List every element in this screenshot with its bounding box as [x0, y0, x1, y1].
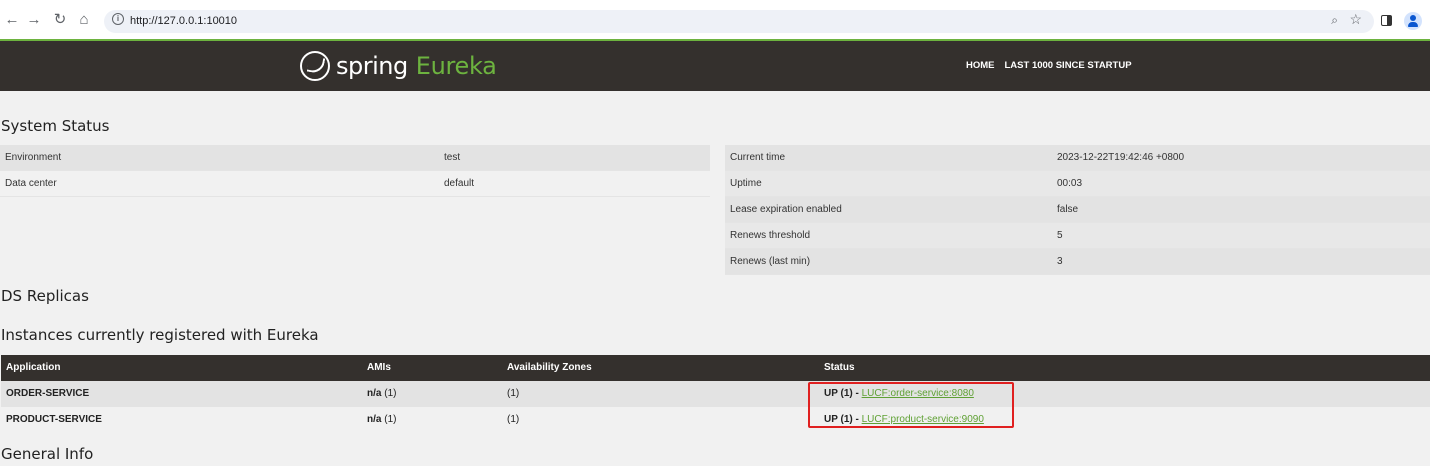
zoom-icon[interactable]: ⌕: [1331, 13, 1338, 28]
table-header-row: Application AMIs Availability Zones Stat…: [1, 355, 1430, 381]
general-info-heading: General Info: [1, 445, 94, 463]
column-header-application: Application: [6, 362, 61, 373]
site-info-icon[interactable]: i: [112, 13, 124, 25]
application-name: ORDER-SERVICE: [6, 388, 90, 399]
status-value: false: [1057, 204, 1079, 215]
nav-links: HOME LAST 1000 SINCE STARTUP: [966, 60, 1132, 71]
table-row: Current time 2023-12-22T19:42:46 +0800: [725, 145, 1430, 171]
instance-link[interactable]: LUCF:product-service:9090: [862, 414, 984, 425]
status-key: Environment: [5, 152, 62, 163]
browser-toolbar: ← → ↻ ⌂ i http://127.0.0.1:10010 ⌕ ☆: [0, 0, 1430, 40]
zones-cell: (1): [507, 414, 520, 425]
forward-arrow-icon[interactable]: →: [24, 10, 44, 30]
status-text: UP (1) -: [824, 388, 862, 399]
nav-last-1000-link[interactable]: LAST 1000 SINCE STARTUP: [1005, 60, 1132, 71]
status-cell: UP (1) - LUCF:order-service:8080: [824, 388, 974, 399]
status-value: 3: [1057, 256, 1063, 267]
ami-label: n/a: [367, 414, 382, 425]
table-row: Renews threshold 5: [725, 223, 1430, 249]
table-row: Environment test: [0, 145, 710, 171]
status-key: Current time: [730, 152, 786, 163]
ami-cell: n/a (1): [367, 414, 396, 425]
zones-cell: (1): [507, 388, 520, 399]
table-row: Uptime 00:03: [725, 171, 1430, 197]
system-status-left-table: Environment test Data center default: [0, 145, 710, 198]
status-cell: UP (1) - LUCF:product-service:9090: [824, 414, 984, 425]
nav-home-link[interactable]: HOME: [966, 60, 995, 71]
spring-leaf-icon: [300, 51, 330, 81]
table-row: Lease expiration enabled false: [725, 197, 1430, 223]
column-header-status: Status: [824, 362, 855, 373]
column-header-amis: AMIs: [367, 362, 391, 373]
status-key: Data center: [5, 178, 57, 189]
ds-replicas-heading: DS Replicas: [1, 287, 89, 305]
home-icon[interactable]: ⌂: [74, 10, 94, 30]
status-key: Lease expiration enabled: [730, 204, 842, 215]
side-panel-icon[interactable]: [1381, 15, 1392, 26]
table-row: ORDER-SERVICE n/a (1) (1) UP (1) - LUCF:…: [1, 381, 1430, 407]
status-value: 2023-12-22T19:42:46 +0800: [1057, 152, 1185, 163]
bookmark-star-icon[interactable]: ☆: [1349, 11, 1362, 28]
system-status-heading: System Status: [1, 117, 110, 135]
instances-heading: Instances currently registered with Eure…: [1, 326, 319, 344]
instance-link[interactable]: LUCF:order-service:8080: [862, 388, 974, 399]
status-key: Renews threshold: [730, 230, 811, 241]
ami-count: (1): [384, 388, 397, 399]
ami-count: (1): [384, 414, 397, 425]
status-value: default: [444, 178, 475, 189]
column-header-zones: Availability Zones: [507, 362, 592, 373]
ami-cell: n/a (1): [367, 388, 396, 399]
logo-spring-text: spring: [336, 52, 408, 80]
reload-icon[interactable]: ↻: [50, 10, 70, 30]
status-text: UP (1) -: [824, 414, 862, 425]
address-bar[interactable]: i http://127.0.0.1:10010 ⌕ ☆: [104, 10, 1374, 33]
status-value: 00:03: [1057, 178, 1083, 189]
table-row: PRODUCT-SERVICE n/a (1) (1) UP (1) - LUC…: [1, 407, 1430, 433]
logo-eureka-text: Eureka: [415, 52, 497, 80]
table-row: Data center default: [0, 171, 710, 197]
profile-avatar-icon[interactable]: [1404, 12, 1422, 30]
table-row: Renews (last min) 3: [725, 249, 1430, 275]
eureka-navbar: spring Eureka HOME LAST 1000 SINCE START…: [0, 41, 1430, 91]
system-status-right-table: Current time 2023-12-22T19:42:46 +0800 U…: [725, 145, 1430, 276]
status-key: Renews (last min): [730, 256, 811, 267]
spring-eureka-logo[interactable]: spring Eureka: [300, 50, 497, 82]
status-value: test: [444, 152, 461, 163]
url-text[interactable]: http://127.0.0.1:10010: [130, 15, 237, 27]
status-value: 5: [1057, 230, 1063, 241]
back-arrow-icon[interactable]: ←: [2, 10, 22, 30]
status-key: Uptime: [730, 178, 762, 189]
application-name: PRODUCT-SERVICE: [6, 414, 102, 425]
ami-label: n/a: [367, 388, 382, 399]
